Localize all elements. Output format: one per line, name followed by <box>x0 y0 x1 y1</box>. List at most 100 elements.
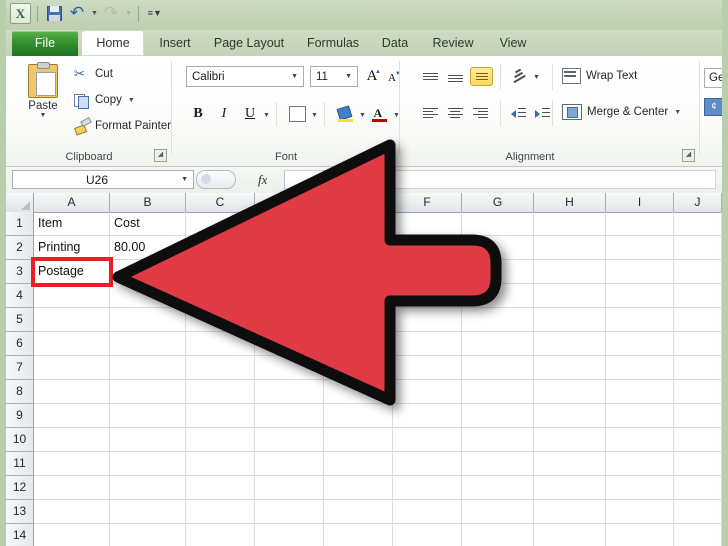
font-color-button[interactable]: A <box>370 105 388 123</box>
cell-H13[interactable] <box>534 500 606 524</box>
customize-quick-access-button[interactable]: ≡▼ <box>145 4 165 24</box>
font-dialog-launcher[interactable]: ◢ <box>378 149 391 162</box>
wrap-text-button[interactable]: Wrap Text <box>562 68 637 84</box>
cell-E1[interactable] <box>324 212 393 236</box>
cell-F6[interactable] <box>393 332 462 356</box>
cell-B8[interactable] <box>110 380 186 404</box>
cell-H11[interactable] <box>534 452 606 476</box>
cell-C4[interactable] <box>186 284 255 308</box>
cell-A4[interactable] <box>34 284 110 308</box>
tab-data[interactable]: Data <box>372 31 418 56</box>
cell-I13[interactable] <box>606 500 674 524</box>
row-header-14[interactable]: 14 <box>6 524 33 546</box>
column-header-d[interactable]: D <box>255 193 324 212</box>
cell-B1[interactable]: Cost <box>110 212 186 236</box>
cell-G14[interactable] <box>462 524 534 546</box>
cell-A12[interactable] <box>34 476 110 500</box>
font-name-chevron-icon[interactable]: ▼ <box>291 73 303 80</box>
row-header-6[interactable]: 6 <box>6 332 33 356</box>
alignment-dialog-launcher[interactable]: ◢ <box>682 149 695 162</box>
cell-E7[interactable] <box>324 356 393 380</box>
cell-J11[interactable] <box>674 452 722 476</box>
cell-J2[interactable] <box>674 236 722 260</box>
cell-I5[interactable] <box>606 308 674 332</box>
orientation-dropdown-chevron-icon[interactable]: ▼ <box>533 74 540 81</box>
column-header-b[interactable]: B <box>110 193 186 212</box>
cell-E14[interactable] <box>324 524 393 546</box>
column-header-i[interactable]: I <box>606 193 674 212</box>
underline-dropdown-chevron-icon[interactable]: ▼ <box>263 112 270 119</box>
tab-view[interactable]: View <box>488 31 538 56</box>
cell-I14[interactable] <box>606 524 674 546</box>
cell-B14[interactable] <box>110 524 186 546</box>
cell-D10[interactable] <box>255 428 324 452</box>
cell-C11[interactable] <box>186 452 255 476</box>
cell-G8[interactable] <box>462 380 534 404</box>
cell-A8[interactable] <box>34 380 110 404</box>
cell-F10[interactable] <box>393 428 462 452</box>
cell-F2[interactable] <box>393 236 462 260</box>
cell-G9[interactable] <box>462 404 534 428</box>
cell-B7[interactable] <box>110 356 186 380</box>
cell-D7[interactable] <box>255 356 324 380</box>
cell-B3[interactable] <box>110 260 186 284</box>
cell-J12[interactable] <box>674 476 722 500</box>
cell-A6[interactable] <box>34 332 110 356</box>
orientation-button[interactable] <box>510 67 530 85</box>
cell-F12[interactable] <box>393 476 462 500</box>
cell-J10[interactable] <box>674 428 722 452</box>
align-middle-button[interactable] <box>445 68 466 86</box>
cell-F9[interactable] <box>393 404 462 428</box>
cell-D3[interactable] <box>255 260 324 284</box>
italic-button[interactable]: I <box>214 104 234 124</box>
column-header-h[interactable]: H <box>534 193 606 212</box>
cell-C1[interactable] <box>186 212 255 236</box>
align-center-button[interactable] <box>445 104 466 122</box>
cell-A11[interactable] <box>34 452 110 476</box>
cell-C13[interactable] <box>186 500 255 524</box>
cell-E5[interactable] <box>324 308 393 332</box>
cut-button[interactable]: ✂ Cut <box>74 66 113 82</box>
cell-B6[interactable] <box>110 332 186 356</box>
decrease-indent-button[interactable] <box>508 104 529 122</box>
cell-H8[interactable] <box>534 380 606 404</box>
cell-E13[interactable] <box>324 500 393 524</box>
cell-D1[interactable] <box>255 212 324 236</box>
cell-J1[interactable] <box>674 212 722 236</box>
column-header-a[interactable]: A <box>34 193 110 212</box>
cell-F3[interactable] <box>393 260 462 284</box>
tab-file[interactable]: File <box>12 31 78 56</box>
row-header-1[interactable]: 1 <box>6 212 33 236</box>
underline-button[interactable]: U <box>240 104 260 124</box>
cell-G10[interactable] <box>462 428 534 452</box>
cell-E8[interactable] <box>324 380 393 404</box>
cell-C6[interactable] <box>186 332 255 356</box>
copy-button[interactable]: Copy ▼ <box>74 92 135 109</box>
cell-A1[interactable]: Item <box>34 212 110 236</box>
fill-color-button[interactable] <box>336 105 354 123</box>
row-header-5[interactable]: 5 <box>6 308 33 332</box>
cell-B9[interactable] <box>110 404 186 428</box>
cell-J9[interactable] <box>674 404 722 428</box>
row-header-7[interactable]: 7 <box>6 356 33 380</box>
cell-G2[interactable] <box>462 236 534 260</box>
formula-buttons-pill[interactable] <box>196 170 236 189</box>
cell-I6[interactable] <box>606 332 674 356</box>
cell-G3[interactable] <box>462 260 534 284</box>
cell-E2[interactable] <box>324 236 393 260</box>
cell-G5[interactable] <box>462 308 534 332</box>
cell-B2[interactable]: 80.00 <box>110 236 186 260</box>
cell-A9[interactable] <box>34 404 110 428</box>
align-bottom-button[interactable] <box>470 66 493 86</box>
cell-D11[interactable] <box>255 452 324 476</box>
paste-button[interactable]: Paste ▼ <box>20 62 66 119</box>
cell-G1[interactable] <box>462 212 534 236</box>
cell-F4[interactable] <box>393 284 462 308</box>
cell-H14[interactable] <box>534 524 606 546</box>
cell-D2[interactable] <box>255 236 324 260</box>
cell-G4[interactable] <box>462 284 534 308</box>
save-button[interactable] <box>44 4 64 24</box>
insert-function-area[interactable]: fx <box>196 170 282 189</box>
cell-B13[interactable] <box>110 500 186 524</box>
cell-D13[interactable] <box>255 500 324 524</box>
